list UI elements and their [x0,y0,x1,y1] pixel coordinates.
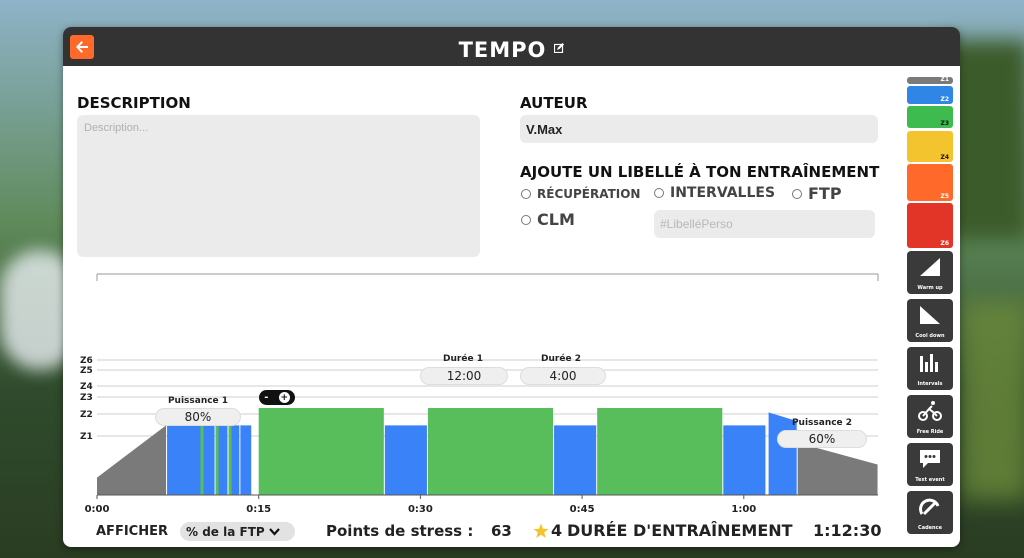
duration-label: DURÉE D'ENTRAÎNEMENT [567,521,793,540]
workout-block-steady [554,425,597,495]
display-mode-select[interactable]: % de la FTP [180,522,295,541]
duration2-title: Durée 2 [541,354,581,364]
cadence-tool-button[interactable]: Cadence [907,491,953,534]
duration2-value[interactable]: 4:00 [520,367,606,385]
x-axis-tick-label: 0:15 [246,504,271,515]
workout-editor-window: TEMPO DESCRIPTION AUTEUR AJOUTE UN LIBEL… [63,27,960,547]
power2-title: Puissance 2 [791,418,853,428]
zone-axis-label: Z2 [80,410,93,420]
zoom-out-button[interactable]: - [264,392,268,403]
duration-value: 1:12:30 [813,521,882,540]
cooldown-icon [920,306,940,324]
workout-block-steady [202,425,215,495]
workout-block-steady [258,408,384,495]
workout-block-steady [384,425,427,495]
workout-block-steady [597,408,723,495]
zone-button-z6[interactable]: Z6 [907,203,953,248]
cooldown-tool-button[interactable]: Cool down [907,299,953,342]
x-axis-tick-label: 0:45 [570,504,595,515]
selected-interval-marker [228,425,232,495]
zone-label: Z4 [940,154,949,161]
zoom-control: - + [259,390,295,405]
zoom-in-button[interactable]: + [278,392,290,403]
tool-label: Cool down [915,333,945,339]
tool-label: Free Ride [916,429,944,435]
tool-label: Warm up [917,285,943,291]
zone-label: Z5 [940,193,949,200]
duration1-value[interactable]: 12:00 [420,367,508,385]
freeride-tool-button[interactable]: Free Ride [907,395,953,438]
cyclist-icon [918,401,942,421]
tool-label: Cadence [918,525,942,531]
zone-axis-label: Z1 [80,432,93,442]
zone-label: Z1 [940,76,949,83]
zone-button-z3[interactable]: Z3 [907,106,953,128]
cadence-icon [919,498,940,516]
zone-button-z5[interactable]: Z5 [907,164,953,201]
selected-interval-marker [200,425,204,495]
intervals-tool-button[interactable]: Intervals [907,347,953,390]
power1-title: Puissance 1 [167,396,229,406]
zone-axis-label: Z4 [80,382,93,392]
workout-block-steady [427,408,554,495]
workout-block-steady [167,425,202,495]
background-foliage [960,300,1024,500]
tool-label: Text event [915,477,945,483]
power1-value[interactable]: 80% [155,408,241,426]
warmup-icon [920,258,940,276]
chevron-down-icon [268,527,280,536]
zone-axis-label: Z5 [80,366,93,376]
zone-label: Z6 [940,240,949,247]
x-axis-tick-label: 0:30 [408,504,433,515]
star-icon [533,523,549,538]
workout-chart[interactable]: Z1Z2Z3Z4Z5Z6 0:00 0:15 0:30 0:45 1:00 [63,27,960,547]
zone-label: Z2 [940,96,949,103]
intervals-icon [920,354,938,372]
workout-block-steady [240,425,252,495]
stress-label: Points de stress : [326,522,474,540]
workout-block-cooldown [797,442,878,495]
warmup-tool-button[interactable]: Warm up [907,251,953,294]
chat-icon [920,450,940,468]
x-axis-tick-label: 0:00 [85,504,110,515]
zone-label: Z3 [940,120,949,127]
workout-block-steady [723,425,766,495]
text-event-tool-button[interactable]: Text event [907,443,953,486]
selected-interval-marker [215,425,219,495]
x-axis-tick-label: 1:00 [731,504,756,515]
chart-axis: 0:00 0:15 0:30 0:45 1:00 [85,494,878,515]
stress-value: 63 [491,522,512,540]
zone-axis-label: Z6 [80,356,93,366]
display-mode-value: % de la FTP [186,524,265,539]
power2-value[interactable]: 60% [777,430,867,448]
difficulty-stars: 4 [551,521,563,540]
show-label: AFFICHER [96,524,168,539]
zone-axis-label: Z3 [80,393,93,403]
zone-button-z2[interactable]: Z2 [907,86,953,104]
zone-button-z1[interactable]: Z1 [907,76,953,84]
tool-label: Intervals [917,381,943,387]
duration1-title: Durée 1 [443,354,483,364]
zone-button-z4[interactable]: Z4 [907,131,953,162]
toolbar-sidebar: Z1 Z2 Z3 Z4 Z5 Z6 Warm up Cool down Inte… [907,76,955,542]
